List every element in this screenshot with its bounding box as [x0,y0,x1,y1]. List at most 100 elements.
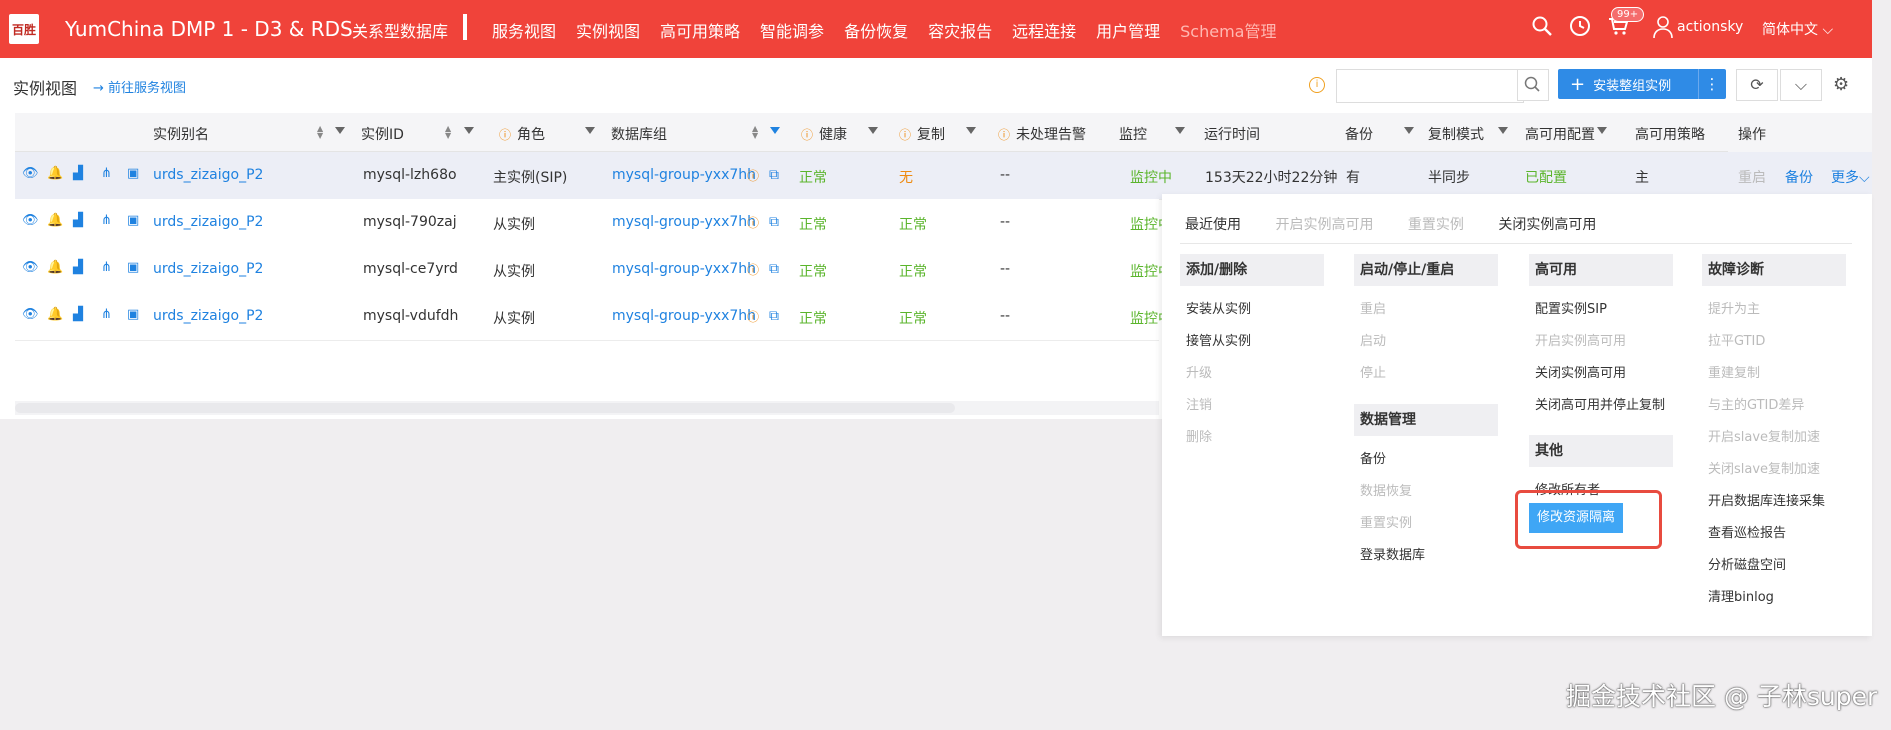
goto-service-view-link[interactable]: → 前往服务视图 [93,77,186,96]
db-group-link[interactable]: mysql-group-yxx7hh [612,214,756,230]
nav-item-ha-policy[interactable]: 高可用策略 [660,18,740,42]
search-button[interactable] [1517,69,1549,101]
menu-item-conn-collect[interactable]: 开启数据库连接采集 [1708,490,1825,509]
menu-item-rebuild-rep[interactable]: 重建复制 [1708,362,1760,381]
menu-item-enable-ha[interactable]: 开启实例高可用 [1535,330,1626,349]
menu-item-reset[interactable]: 重置实例 [1360,512,1412,531]
filter-icon[interactable] [585,127,595,134]
alias-link[interactable]: urds_zizaigo_P2 [153,214,263,230]
chart-icon[interactable]: ▟ [73,308,87,322]
menu-item-inspection-report[interactable]: 查看巡检报告 [1708,522,1786,541]
nav-item-users[interactable]: 用户管理 [1096,18,1160,42]
nav-item-backup[interactable]: 备份恢复 [844,18,908,42]
filter-icon[interactable] [1175,127,1185,134]
bell-icon[interactable]: 🔔 [47,214,63,228]
history-icon[interactable] [1568,14,1596,42]
eye-icon[interactable]: 👁 [22,308,39,322]
alias-link[interactable]: urds_zizaigo_P2 [153,308,263,324]
menu-item-disable-ha-stop-rep[interactable]: 关闭高可用并停止复制 [1535,394,1665,413]
user-name[interactable]: actionsky [1677,19,1743,35]
menu-item-clean-binlog[interactable]: 清理binlog [1708,586,1774,605]
eye-icon[interactable]: 👁 [22,167,39,181]
menu-item-start[interactable]: 启动 [1360,330,1386,349]
menu-item-takeover-slave[interactable]: 接管从实例 [1186,330,1251,349]
topology-icon[interactable]: ⋔ [101,214,115,228]
copy-icon[interactable]: ⧉ [769,261,779,277]
nav-item-schema[interactable]: Schema管理 [1180,18,1276,42]
menu-item-delete[interactable]: 删除 [1186,426,1212,445]
chart-icon[interactable]: ▟ [73,261,87,275]
table-row[interactable]: 👁 🔔 ▟ ⋔ ▣ urds_zizaigo_P2 mysql-790zaj 从… [15,199,1172,247]
language-select[interactable]: 简体中文 ⌵ [1762,19,1833,39]
search-input[interactable] [1336,69,1524,103]
more-action[interactable]: 更多⌵ [1831,167,1870,187]
filter-icon[interactable] [770,127,780,134]
eye-icon[interactable]: 👁 [22,214,39,228]
nav-item-service-view[interactable]: 服务视图 [492,18,556,42]
recent-item[interactable]: 关闭实例高可用 [1498,217,1596,233]
detail-icon[interactable]: ▣ [127,167,141,181]
menu-item-level-gtid[interactable]: 拉平GTID [1708,330,1765,349]
menu-item-disable-ha[interactable]: 关闭实例高可用 [1535,362,1626,381]
nav-item-dr-report[interactable]: 容灾报告 [928,18,992,42]
restart-action[interactable]: 重启 [1738,167,1766,187]
menu-item-gtid-diff[interactable]: 与主的GTID差异 [1708,394,1804,413]
detail-icon[interactable]: ▣ [127,214,141,228]
filter-icon[interactable] [1404,127,1414,134]
bell-icon[interactable]: 🔔 [47,261,63,275]
filter-icon[interactable] [1597,127,1607,134]
install-more-button[interactable]: ⋮ [1698,69,1725,99]
chart-icon[interactable]: ▟ [73,214,87,228]
filter-icon[interactable] [335,127,345,134]
menu-item-stop[interactable]: 停止 [1360,362,1386,381]
db-group-link[interactable]: mysql-group-yxx7hh [612,167,756,183]
alias-link[interactable]: urds_zizaigo_P2 [153,261,263,277]
filter-icon[interactable] [1498,127,1508,134]
bell-icon[interactable]: 🔔 [47,308,63,322]
menu-item-disk-analysis[interactable]: 分析磁盘空间 [1708,554,1786,573]
detail-icon[interactable]: ▣ [127,261,141,275]
detail-icon[interactable]: ▣ [127,308,141,322]
search-icon[interactable] [1530,14,1558,42]
db-group-link[interactable]: mysql-group-yxx7hh [612,261,756,277]
alias-link[interactable]: urds_zizaigo_P2 [153,167,263,183]
eye-icon[interactable]: 👁 [22,261,39,275]
refresh-button[interactable]: ⟳ [1736,69,1778,101]
db-group-link[interactable]: mysql-group-yxx7hh [612,308,756,324]
menu-item-restart[interactable]: 重启 [1360,298,1386,317]
recent-item[interactable]: 重置实例 [1408,217,1464,233]
horizontal-scrollbar[interactable] [15,403,955,413]
sort-icon[interactable]: ▲ ▼ [752,125,758,140]
menu-item-disable-slave-accel[interactable]: 关闭slave复制加速 [1708,458,1820,477]
table-row[interactable]: 👁 🔔 ▟ ⋔ ▣ urds_zizaigo_P2 mysql-lzh68o 主… [15,152,1872,200]
copy-icon[interactable]: ⧉ [769,308,779,324]
chart-icon[interactable]: ▟ [73,167,87,181]
nav-item-tuning[interactable]: 智能调参 [760,18,824,42]
topology-icon[interactable]: ⋔ [101,261,115,275]
sort-icon[interactable]: ▲ ▼ [317,125,323,140]
nav-relational-db[interactable]: 关系型数据库 [352,18,448,42]
filter-icon[interactable] [464,127,474,134]
menu-item-backup[interactable]: 备份 [1360,448,1386,467]
nav-item-instance-view[interactable]: 实例视图 [576,18,640,42]
backup-action[interactable]: 备份 [1785,167,1813,187]
table-row[interactable]: 👁 🔔 ▟ ⋔ ▣ urds_zizaigo_P2 mysql-ce7yrd 从… [15,246,1172,294]
menu-item-upgrade[interactable]: 升级 [1186,362,1212,381]
menu-item-config-sip[interactable]: 配置实例SIP [1535,298,1607,317]
topology-icon[interactable]: ⋔ [101,308,115,322]
recent-item[interactable]: 开启实例高可用 [1275,217,1373,233]
bell-icon[interactable]: 🔔 [47,167,63,181]
gear-icon[interactable]: ⚙ [1833,74,1849,95]
menu-item-unregister[interactable]: 注销 [1186,394,1212,413]
brand-logo[interactable]: 百胜 [9,14,39,44]
expand-button[interactable]: ⌵ [1780,69,1822,101]
menu-item-restore[interactable]: 数据恢复 [1360,480,1412,499]
menu-item-resource-isolation[interactable]: 修改资源隔离 [1529,503,1623,533]
copy-icon[interactable]: ⧉ [769,214,779,230]
filter-icon[interactable] [966,127,976,134]
menu-item-login-db[interactable]: 登录数据库 [1360,544,1425,563]
table-row[interactable]: 👁 🔔 ▟ ⋔ ▣ urds_zizaigo_P2 mysql-vdufdh 从… [15,293,1172,341]
menu-item-promote[interactable]: 提升为主 [1708,298,1760,317]
sort-icon[interactable]: ▲ ▼ [445,125,451,140]
menu-item-install-slave[interactable]: 安装从实例 [1186,298,1251,317]
